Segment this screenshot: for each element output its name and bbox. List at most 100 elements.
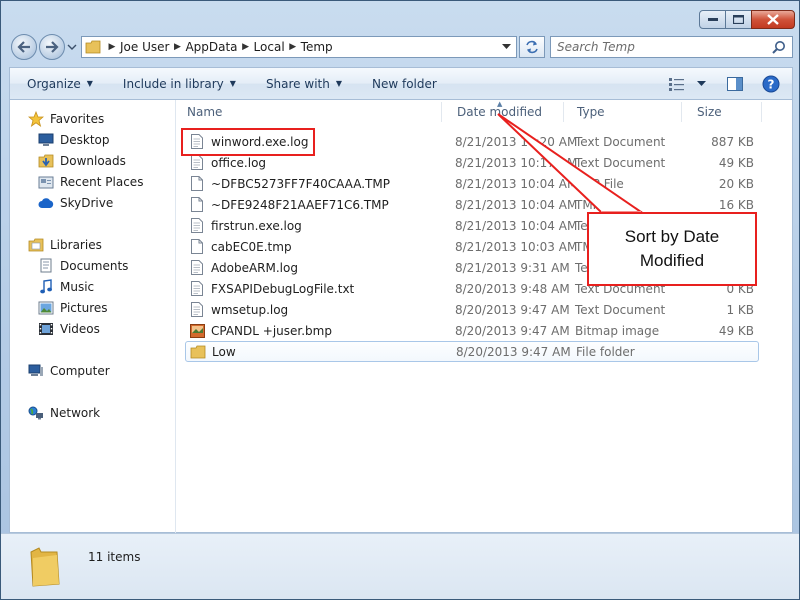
nav-favorites[interactable]: Favorites: [28, 109, 104, 129]
svg-text:?: ?: [768, 77, 775, 91]
search-box[interactable]: [550, 36, 793, 58]
file-list: Name ▲ Date modified Type Size winword.e…: [177, 100, 793, 533]
nav-computer[interactable]: Computer: [28, 361, 110, 381]
callout-text: Sort by Date Modified: [624, 227, 720, 270]
new-folder-button[interactable]: New folder: [352, 68, 447, 99]
view-options-chevron-icon[interactable]: [692, 71, 710, 97]
column-header-type[interactable]: Type: [567, 100, 681, 124]
column-header-size[interactable]: Size: [687, 100, 761, 124]
film-icon: [38, 321, 54, 337]
file-row[interactable]: ~DFBC5273FF7F40CAAA.TMP 8/21/2013 10:04 A…: [185, 173, 759, 194]
music-note-icon: [38, 279, 54, 295]
dropdown-arrow-icon: ▼: [229, 79, 236, 88]
search-input[interactable]: [557, 40, 757, 54]
file-row[interactable]: Low 8/20/2013 9:47 AM File folder: [185, 341, 759, 362]
file-name[interactable]: cabEC0E.tmp: [189, 239, 292, 255]
back-button[interactable]: [11, 34, 37, 60]
file-name[interactable]: ~DFE9248F21AAEF71C6.TMP: [189, 197, 389, 213]
column-header-name-label: Name: [187, 105, 223, 119]
address-history-chevron-icon[interactable]: [496, 44, 516, 50]
breadcrumb-separator-icon[interactable]: ▶: [238, 42, 254, 52]
file-name[interactable]: ~DFBC5273FF7F40CAAA.TMP: [189, 176, 390, 192]
file-name-label: wmsetup.log: [211, 302, 289, 317]
file-date-modified: 8/21/2013 10:04 AM: [455, 218, 578, 233]
file-type: TMP File: [575, 176, 624, 191]
file-name[interactable]: firstrun.exe.log: [189, 218, 302, 234]
search-icon[interactable]: [772, 40, 786, 54]
share-with-button[interactable]: Share with ▼: [246, 68, 352, 99]
file-size: 49 KB: [718, 323, 754, 338]
breadcrumb-separator-icon[interactable]: ▶: [169, 42, 185, 52]
file-name[interactable]: AdobeARM.log: [189, 260, 298, 276]
breadcrumb-local[interactable]: Local: [254, 40, 285, 54]
documents-icon: [38, 258, 54, 274]
content-area: Favorites Desktop Downloads Recent Place…: [9, 100, 793, 533]
file-name-label: cabEC0E.tmp: [211, 239, 292, 254]
breadcrumb-appdata[interactable]: AppData: [185, 40, 237, 54]
nav-recent-places[interactable]: Recent Places: [38, 172, 143, 192]
change-view-button[interactable]: [662, 71, 692, 97]
forward-arrow-icon: [46, 41, 59, 53]
column-divider[interactable]: [441, 102, 442, 122]
file-row[interactable]: wmsetup.log 8/20/2013 9:47 AM Text Documen…: [185, 299, 759, 320]
nav-documents[interactable]: Documents: [38, 256, 128, 276]
nav-computer-label: Computer: [50, 364, 110, 378]
breadcrumb-separator-icon[interactable]: ▶: [285, 42, 301, 52]
breadcrumb-joe-user[interactable]: Joe User: [120, 40, 169, 54]
breadcrumb-separator-icon[interactable]: ▶: [104, 42, 120, 52]
file-size: 1 KB: [726, 302, 754, 317]
annotation-callout: Sort by Date Modified: [587, 212, 757, 286]
back-arrow-icon: [17, 41, 30, 53]
preview-pane-button[interactable]: [720, 71, 750, 97]
column-divider[interactable]: [563, 102, 564, 122]
file-name[interactable]: office.log: [189, 155, 266, 171]
help-button[interactable]: ?: [756, 71, 786, 97]
include-in-library-label: Include in library: [122, 76, 224, 91]
text-file-icon: [189, 218, 205, 234]
text-file-icon: [189, 260, 205, 276]
nav-downloads[interactable]: Downloads: [38, 151, 126, 171]
nav-network-label: Network: [50, 406, 101, 420]
dropdown-arrow-icon: ▼: [86, 79, 93, 88]
nav-skydrive[interactable]: SkyDrive: [38, 193, 113, 213]
command-bar: Organize ▼ Include in library ▼ Share wi…: [9, 67, 793, 100]
column-header-date-modified[interactable]: Date modified: [447, 100, 563, 124]
column-divider[interactable]: [681, 102, 682, 122]
nav-videos[interactable]: Videos: [38, 319, 100, 339]
organize-button[interactable]: Organize ▼: [10, 68, 103, 99]
file-name[interactable]: Low: [190, 344, 236, 360]
maximize-button[interactable]: [725, 10, 752, 29]
breadcrumb-temp[interactable]: Temp: [301, 40, 333, 54]
minimize-button[interactable]: [699, 10, 726, 29]
nav-desktop[interactable]: Desktop: [38, 130, 110, 150]
bitmap-file-icon: [189, 323, 205, 339]
file-size: 49 KB: [718, 155, 754, 170]
forward-button[interactable]: [39, 34, 65, 60]
file-type: Text Document: [575, 134, 666, 149]
desktop-icon: [38, 132, 54, 148]
refresh-button[interactable]: [519, 36, 545, 58]
column-header-name[interactable]: Name: [177, 100, 441, 124]
file-date-modified: 8/21/2013 10:04 AM: [455, 176, 578, 191]
blank-file-icon: [189, 197, 205, 213]
column-divider[interactable]: [761, 102, 762, 122]
nav-music[interactable]: Music: [38, 277, 94, 297]
close-button[interactable]: [751, 10, 795, 29]
nav-network[interactable]: Network: [28, 403, 100, 423]
folder-icon: [190, 344, 206, 360]
file-name-label: CPANDL +juser.bmp: [211, 323, 332, 338]
file-date-modified: 8/21/2013 10:04 AM: [455, 197, 578, 212]
file-name-label: AdobeARM.log: [211, 260, 298, 275]
nav-pictures[interactable]: Pictures: [38, 298, 108, 318]
file-name-label: firstrun.exe.log: [211, 218, 302, 233]
recent-pages-chevron-icon[interactable]: [67, 42, 77, 52]
file-name-label: Low: [212, 344, 236, 359]
file-date-modified: 8/21/2013 10:03 AM: [455, 239, 578, 254]
file-row[interactable]: CPANDL +juser.bmp 8/20/2013 9:47 AM Bitmap…: [185, 320, 759, 341]
address-bar[interactable]: ▶ Joe User ▶ AppData ▶ Local ▶ Temp: [81, 36, 517, 58]
nav-libraries[interactable]: Libraries: [28, 235, 102, 255]
file-name[interactable]: FXSAPIDebugLogFile.txt: [189, 281, 354, 297]
file-name[interactable]: CPANDL +juser.bmp: [189, 323, 332, 339]
include-in-library-button[interactable]: Include in library ▼: [103, 68, 246, 99]
file-name[interactable]: wmsetup.log: [189, 302, 288, 318]
